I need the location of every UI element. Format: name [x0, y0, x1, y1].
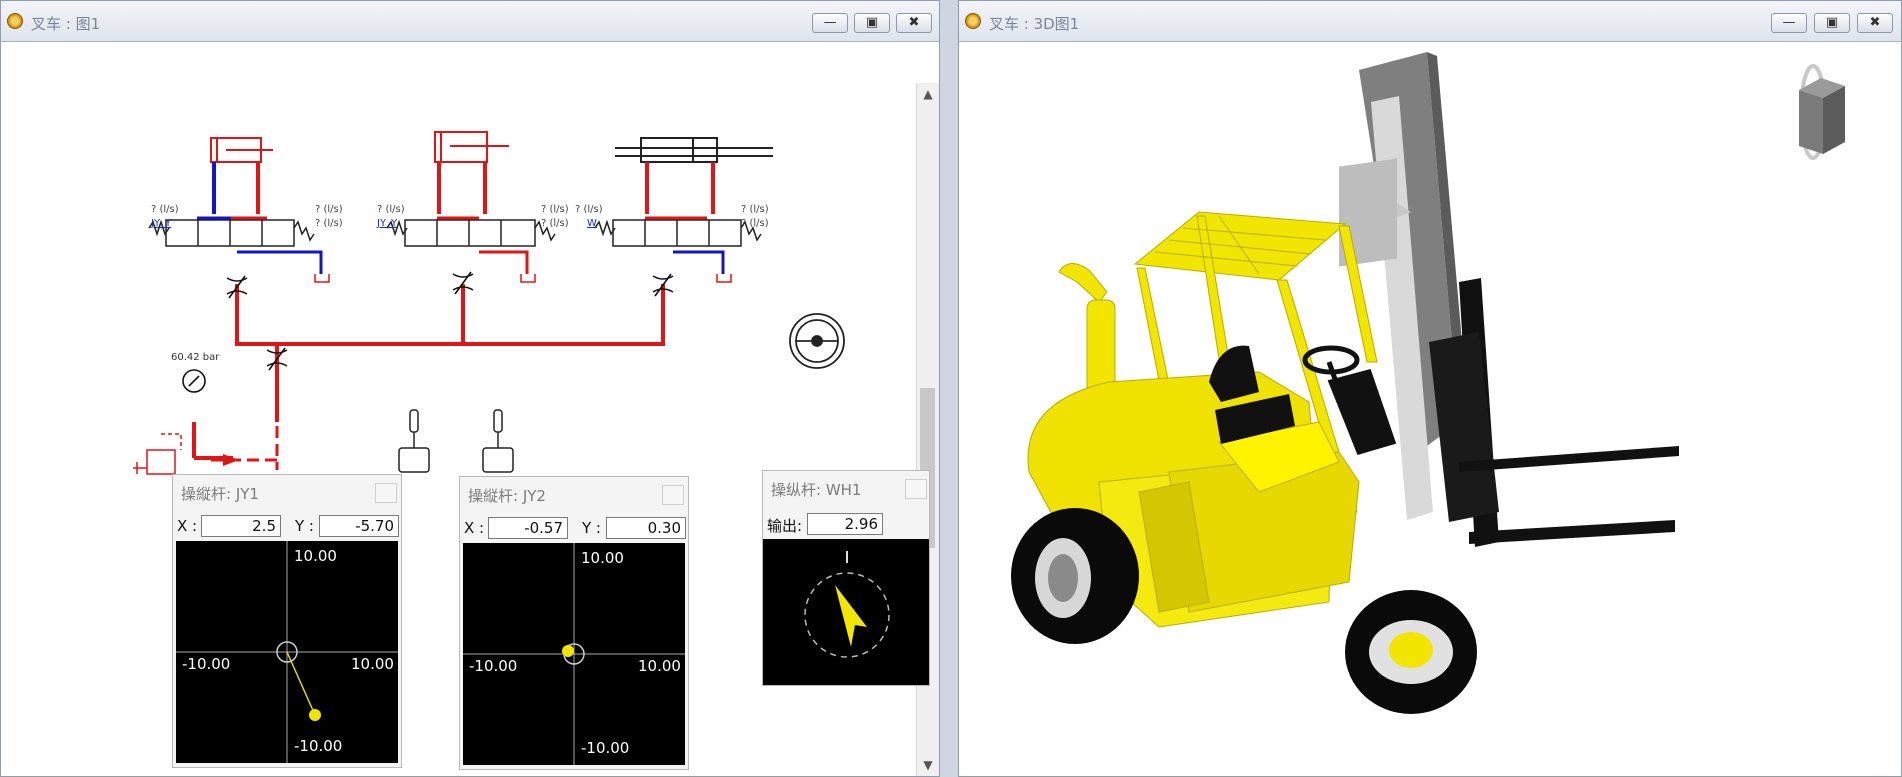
cylinder-2	[434, 131, 509, 163]
view-cube-icon	[1799, 64, 1845, 160]
svg-text:? (l/s): ? (l/s)	[151, 204, 179, 215]
jy1-y-label: Y :	[295, 517, 314, 535]
wheel-panel-wh1[interactable]: 操纵杆: WH1 输出: 2.96	[762, 470, 930, 686]
jy1-tick-left: -10.00	[182, 655, 231, 673]
joystick-symbols	[398, 409, 514, 473]
scroll-down-arrow[interactable]: ▼	[917, 758, 939, 772]
forklift-3d-model	[1011, 52, 1845, 714]
jy1-stick-knob	[309, 709, 321, 721]
close-button[interactable]: ✖	[1857, 13, 1893, 33]
jy1-tick-top: 10.00	[294, 547, 337, 565]
valve-3	[594, 219, 762, 247]
jy2-y-label: Y :	[582, 519, 601, 537]
jy1-plot[interactable]: 10.00 -10.00 -10.00 10.00	[176, 541, 398, 763]
joystick-panel-jy2[interactable]: 操縦杆: JY2 X : -0.57 Y : 0.30 10.00 -10.00…	[459, 476, 689, 770]
jy2-tick-bottom: -10.00	[581, 739, 630, 757]
jy2-x-label: X :	[464, 519, 485, 537]
jy1-stick-line	[286, 651, 316, 716]
gauge-label: 60.42 bar	[171, 352, 220, 363]
jy2-title: 操縦杆: JY2	[468, 487, 546, 505]
jy1-tick-right: 10.00	[351, 655, 394, 673]
forklift-mast	[1339, 52, 1679, 547]
svg-text:? (l/s): ? (l/s)	[315, 204, 343, 215]
jy1-tick-bottom: -10.00	[294, 737, 343, 755]
view3d-titlebar[interactable]: 叉车 : 3D图1 — ▣ ✖	[959, 1, 1901, 42]
jy1-y-field[interactable]: -5.70	[319, 515, 399, 537]
throttle-valves	[226, 271, 674, 371]
wh1-close-button[interactable]	[905, 479, 927, 499]
valve-1-link: JY_Y	[150, 218, 172, 229]
jy2-stick-knob	[562, 645, 574, 657]
jy2-plot[interactable]: 10.00 -10.00 -10.00 10.00	[463, 543, 685, 765]
valve-2-link: JY_Y	[376, 218, 398, 229]
view3d-window: 叉车 : 3D图1 — ▣ ✖	[958, 0, 1902, 777]
joystick-panel-jy1[interactable]: 操縦杆: JY1 X : 2.5 Y : -5.70 10.00 -10.00 …	[172, 474, 402, 768]
svg-text:? (l/s): ? (l/s)	[315, 218, 343, 229]
svg-text:? (l/s): ? (l/s)	[541, 204, 569, 215]
cylinder-3	[615, 137, 773, 163]
jy1-x-label: X :	[177, 517, 198, 535]
wh1-title: 操纵杆: WH1	[771, 481, 862, 499]
flow-arrow	[223, 454, 239, 466]
close-button[interactable]: ✖	[896, 13, 932, 33]
jy2-tick-left: -10.00	[469, 657, 518, 675]
svg-text:? (l/s): ? (l/s)	[377, 204, 405, 215]
front-wheel	[1011, 508, 1139, 644]
minimize-button[interactable]: —	[812, 13, 848, 33]
jy1-close-button[interactable]	[375, 483, 397, 503]
jy1-title: 操縦杆: JY1	[181, 485, 259, 503]
relief-valve	[133, 433, 182, 475]
maximize-button[interactable]: ▣	[854, 13, 890, 33]
jy1-x-field[interactable]: 2.5	[201, 515, 281, 537]
view3d-window-title: 叉车 : 3D图1	[989, 15, 1080, 33]
svg-text:? (l/s): ? (l/s)	[741, 218, 769, 229]
pilot-line-dashed	[211, 426, 279, 470]
jy2-y-field[interactable]: 0.30	[606, 517, 686, 539]
rear-wheel	[1345, 590, 1477, 714]
app-icon	[965, 13, 981, 29]
svg-text:? (l/s): ? (l/s)	[575, 204, 603, 215]
jy2-close-button[interactable]	[662, 485, 684, 505]
schematic-window-title: 叉车 : 图1	[31, 15, 101, 33]
wh1-output-label: 输出:	[767, 517, 803, 535]
view3d-canvas[interactable]	[959, 42, 1901, 776]
scroll-up-arrow[interactable]: ▲	[917, 87, 939, 101]
wh1-output-field[interactable]: 2.96	[807, 513, 883, 535]
jy2-x-field[interactable]: -0.57	[488, 517, 568, 539]
wh1-direction-arrow	[835, 585, 867, 647]
valve-1	[148, 219, 315, 247]
pressure-lines	[192, 284, 665, 460]
app-icon	[7, 13, 23, 29]
cylinder-1	[210, 137, 273, 163]
valve-3-link: W	[587, 218, 597, 229]
svg-text:? (l/s): ? (l/s)	[741, 204, 769, 215]
jy2-tick-right: 10.00	[638, 657, 681, 675]
steering-wheel-icon	[789, 313, 845, 369]
minimize-button[interactable]: —	[1771, 13, 1807, 33]
svg-text:? (l/s): ? (l/s)	[541, 218, 569, 229]
schematic-titlebar[interactable]: 叉车 : 图1 — ▣ ✖	[1, 1, 939, 42]
valve-2	[386, 219, 556, 247]
jy2-tick-top: 10.00	[581, 549, 624, 567]
wh1-dial[interactable]	[763, 539, 929, 685]
maximize-button[interactable]: ▣	[1814, 13, 1850, 33]
